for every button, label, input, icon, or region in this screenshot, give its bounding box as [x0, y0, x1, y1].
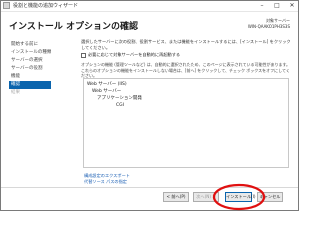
option-links: 構成設定のエクスポート 代替ソース パスの指定 [84, 173, 130, 185]
wizard-window: 役割と機能の追加ウィザード – □ ✕ インストール オプションの確認 対象サー… [0, 0, 299, 211]
minimize-icon[interactable]: – [256, 1, 268, 11]
nav-item-confirmation[interactable]: 確認 [9, 81, 51, 89]
install-description: 選択したサーバーに次の役割、役割サービス、または機能をインストールするには、[イ… [81, 39, 291, 50]
server-manager-icon [3, 2, 10, 9]
footer-divider [1, 187, 298, 188]
maximize-icon[interactable]: □ [271, 1, 283, 11]
cancel-button[interactable]: キャンセル [257, 192, 283, 202]
page-title: インストール オプションの確認 [9, 22, 138, 32]
title-bar[interactable]: 役割と機能の追加ウィザード – □ ✕ [1, 1, 298, 12]
optional-features-note: オプションの機能 (管理ツールなど) は、自動的に選択されたため、このページに表… [81, 62, 291, 78]
feature-list[interactable]: Web サーバー (IIS) Web サーバー アプリケーション開発 CGI [83, 78, 289, 168]
previous-button[interactable]: < 前へ(P) [163, 192, 189, 202]
nav-item-before-you-begin[interactable]: 開始する前に [9, 41, 51, 49]
alternate-source-link[interactable]: 代替ソース パスの指定 [84, 179, 130, 185]
list-item: Web サーバー [92, 89, 122, 94]
wizard-nav: 開始する前に インストールの種類 サーバーの選択 サーバーの役割 機能 確認 結… [9, 41, 51, 97]
next-button: 次へ(N) > [193, 192, 219, 202]
content-area: 選択したサーバーに次の役割、役割サービス、または機能をインストールするには、[イ… [81, 39, 291, 78]
nav-item-server-roles[interactable]: サーバーの役割 [9, 65, 51, 73]
restart-checkbox[interactable] [81, 52, 86, 58]
list-item: CGI [116, 103, 124, 108]
target-server-name: WIN-QAAKO1PH3S3S [247, 24, 290, 29]
install-button[interactable]: インストール(I) [225, 192, 256, 202]
nav-item-results: 結果 [11, 90, 20, 95]
nav-item-server-selection[interactable]: サーバーの選択 [9, 57, 51, 65]
nav-item-installation-type[interactable]: インストールの種類 [9, 49, 51, 57]
list-item: Web サーバー (IIS) [87, 82, 127, 87]
restart-checkbox-label[interactable]: 必要に応じて対象サーバーを自動的に再起動する [88, 52, 180, 58]
window-title: 役割と機能の追加ウィザード [13, 3, 79, 9]
nav-item-features[interactable]: 機能 [9, 73, 51, 81]
list-item: アプリケーション開発 [97, 96, 142, 101]
target-server-info: 対象サーバー WIN-QAAKO1PH3S3S [248, 18, 290, 30]
close-icon[interactable]: ✕ [286, 1, 298, 11]
restart-checkbox-row[interactable]: 必要に応じて対象サーバーを自動的に再起動する [81, 51, 180, 59]
